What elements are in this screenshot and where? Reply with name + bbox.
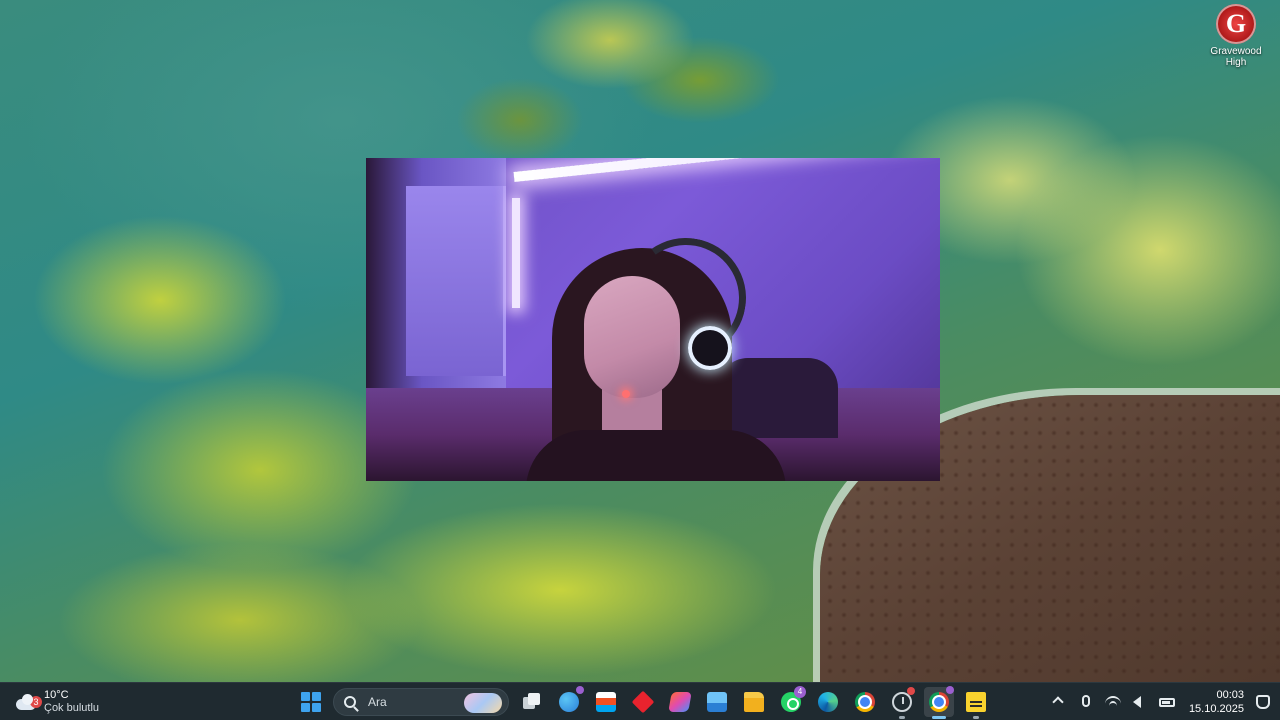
show-hidden-icons-button[interactable] [1049,692,1069,712]
running-indicator [973,716,979,719]
headset-mic-light [622,390,630,398]
camera-person-body [526,430,786,481]
sticky-notes-button[interactable] [961,687,991,719]
taskbar-apps: Ara 4 [296,686,998,719]
battery-icon [1158,698,1175,707]
task-view-button[interactable] [517,687,547,717]
battery-button[interactable] [1157,692,1177,712]
chrome-icon [855,692,875,712]
microphone-button[interactable] [1076,692,1096,712]
clock-app-alert-badge [907,687,915,695]
active-indicator [932,716,946,719]
notification-bell-icon[interactable] [1256,695,1270,709]
copilot-notification-badge [576,686,584,694]
clock-time: 00:03 [1216,689,1244,701]
taskbar: 3 10°C Çok bulutlu Ara 4 00:03 15.10.202… [0,682,1280,720]
store-button[interactable] [591,687,621,717]
wifi-icon [1104,696,1121,712]
wifi-button[interactable] [1103,692,1123,712]
camera-scene-led-strip-vertical [512,198,520,308]
chevron-up-icon [1052,696,1064,708]
photos-icon [707,692,727,712]
whatsapp-badge: 4 [794,686,806,698]
edge-button[interactable] [813,687,843,717]
camera-scene-door [406,186,506,376]
camera-scene-chair [718,358,838,438]
camera-preview-window[interactable] [366,158,940,481]
folder-icon [744,692,764,712]
windows-logo-icon [301,692,321,712]
search-highlight-icon [464,693,502,713]
photos-button[interactable] [702,687,732,717]
cloud-icon: 3 [14,693,42,711]
clock-app-button[interactable] [887,687,917,719]
file-explorer-button[interactable] [739,687,769,717]
copilot-icon [559,692,579,712]
search-placeholder: Ara [368,695,387,709]
clock-icon [892,692,912,712]
copilot-button[interactable] [554,686,584,717]
whatsapp-button[interactable]: 4 [776,686,806,717]
sticky-notes-icon [966,692,986,712]
chrome-profile-button[interactable] [924,686,954,719]
chrome-profile-badge [946,686,954,694]
start-button[interactable] [296,687,326,717]
camera-scene-led-strip [513,158,933,182]
chrome-button[interactable] [850,687,880,717]
headset-earcup [688,326,732,370]
gravewood-high-logo-icon: G [1216,4,1256,44]
taskbar-search[interactable]: Ara [333,688,509,716]
office-button[interactable] [665,687,695,717]
chrome-profile-icon [929,692,949,712]
edge-icon [818,692,838,712]
speaker-icon [1132,696,1141,708]
diamond-icon [631,690,655,714]
weather-badge: 3 [30,696,42,708]
weather-widget[interactable]: 3 10°C Çok bulutlu [14,687,99,717]
running-indicator [899,716,905,719]
office-icon [668,692,692,712]
store-icon [596,692,616,712]
red-diamond-app-button[interactable] [628,687,658,717]
search-icon [344,696,356,708]
weather-temperature: 10°C [44,689,69,701]
task-view-icon [522,692,542,712]
taskbar-clock[interactable]: 00:03 15.10.2025 [1189,688,1244,716]
volume-button[interactable] [1130,692,1150,712]
clock-date: 15.10.2025 [1188,703,1244,715]
desktop-shortcut-gravewood-high[interactable]: G Gravewood High [1202,4,1270,76]
microphone-icon [1081,695,1090,707]
desktop-shortcut-label: Gravewood High [1210,46,1262,68]
weather-condition: Çok bulutlu [44,702,100,714]
system-tray: 00:03 15.10.2025 [1042,687,1270,717]
